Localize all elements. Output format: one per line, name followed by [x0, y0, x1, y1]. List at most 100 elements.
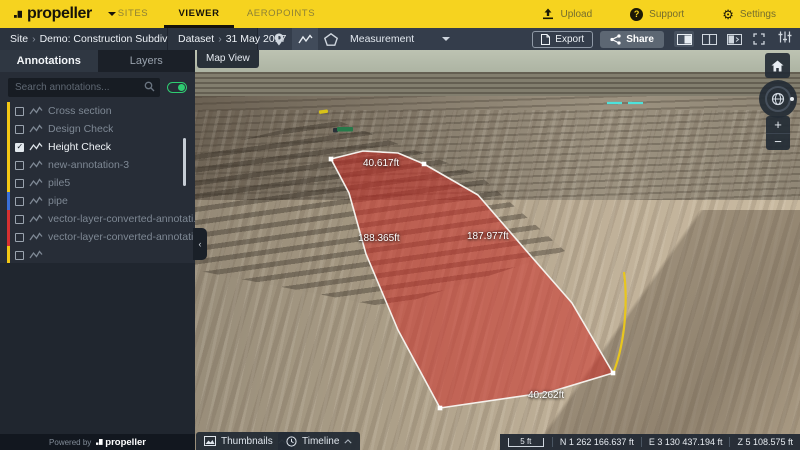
annotation-color-strip — [7, 210, 10, 228]
panel-right-icon — [677, 34, 692, 45]
annotation-list-item[interactable]: pipe — [0, 192, 195, 210]
annotation-checkbox[interactable] — [15, 215, 24, 224]
compass-ring — [765, 86, 791, 112]
annotation-checkbox[interactable] — [15, 161, 24, 170]
polyline-icon — [29, 214, 43, 224]
zoom-in-button[interactable]: + — [766, 116, 790, 133]
coordinate-easting: E 3 130 437.194 ft — [642, 437, 730, 447]
chevron-left-icon: ‹ — [199, 239, 202, 249]
measurement-polygon[interactable] — [331, 151, 613, 408]
annotation-list-item[interactable]: vector-layer-converted-annotati... — [0, 210, 195, 228]
globe-icon — [771, 92, 785, 106]
share-label: Share — [626, 34, 654, 45]
site-breadcrumb[interactable]: Site › Demo: Construction Subdivision — [0, 28, 168, 50]
breadcrumb-separator: › — [218, 33, 222, 45]
annotation-list-item[interactable]: Cross section — [0, 102, 195, 120]
polygon-vertex-handle[interactable] — [438, 406, 443, 411]
annotation-checkbox[interactable] — [15, 251, 24, 260]
powered-propeller-logo: propeller — [96, 437, 146, 448]
coordinates-bar: 5 ft N 1 262 166.637 ft E 3 130 437.194 … — [500, 434, 800, 450]
annotation-label: Height Check — [48, 141, 111, 153]
fullscreen-button[interactable] — [749, 31, 769, 47]
annotation-checkbox[interactable] — [15, 125, 24, 134]
polyline-tool-button[interactable] — [292, 28, 318, 50]
sliders-icon — [778, 31, 792, 43]
sidebar-panel: Annotations Layers Cross section — [0, 50, 195, 450]
measurement-dropdown[interactable]: Measurement — [344, 28, 460, 50]
top-actions: Upload ? Support ⚙ Settings — [542, 0, 776, 28]
support-button[interactable]: ? Support — [630, 8, 684, 21]
nav-tab-sites[interactable]: SITES — [102, 0, 164, 28]
annotation-label: pile5 — [48, 177, 70, 189]
annotation-list-item[interactable]: new-annotation-3 — [0, 156, 195, 174]
polyline-icon — [29, 106, 43, 116]
annotation-checkbox[interactable] — [15, 233, 24, 242]
help-icon: ? — [630, 8, 643, 21]
compass-navigation[interactable] — [759, 80, 797, 118]
nav-tab-viewer[interactable]: VIEWER — [164, 0, 234, 28]
search-box — [8, 77, 160, 97]
panel-collapse-button[interactable] — [724, 31, 744, 47]
annotation-checkbox[interactable] — [15, 197, 24, 206]
map-scale-indicator: 5 ft — [508, 438, 544, 447]
zoom-out-button[interactable]: − — [766, 133, 790, 151]
annotation-checkbox[interactable] — [15, 143, 24, 152]
sidebar-tabs: Annotations Layers — [0, 50, 195, 72]
annotation-color-strip — [7, 174, 10, 192]
polyline-icon — [29, 124, 43, 134]
annotation-list-item[interactable] — [0, 246, 195, 263]
image-icon — [204, 436, 216, 446]
home-view-button[interactable] — [765, 53, 790, 78]
toggle-knob — [178, 84, 185, 91]
search-input[interactable] — [8, 78, 160, 97]
dataset-breadcrumb[interactable]: Dataset › 31 May 2017 — [168, 28, 258, 50]
display-settings-button[interactable] — [778, 30, 792, 48]
measurement-label-bottom: 40.262ft — [528, 390, 564, 401]
sidebar-collapse-handle[interactable]: ‹ — [193, 228, 207, 260]
measurement-label-top: 40.617ft — [363, 158, 399, 169]
annotation-color-strip — [7, 192, 10, 210]
thumbnails-label: Thumbnails — [221, 436, 273, 447]
map-3d-viewport[interactable]: 40.617ft 188.365ft 187.977ft 40.262ft Ma… — [195, 50, 800, 450]
timeline-tab[interactable]: Timeline — [278, 432, 360, 450]
annotation-search-row — [0, 72, 195, 102]
view-layout-controls — [674, 28, 769, 50]
annotation-list-item[interactable]: Design Check — [0, 120, 195, 138]
tab-layers[interactable]: Layers — [98, 50, 196, 72]
clock-icon — [286, 436, 297, 447]
powered-by-bar: Powered by propeller — [0, 434, 195, 450]
annotation-checkbox[interactable] — [15, 107, 24, 116]
marker-tool-button[interactable] — [266, 28, 292, 50]
polygon-vertex-handle[interactable] — [611, 371, 616, 376]
list-scrollbar[interactable] — [183, 138, 186, 186]
measurement-label-right: 187.977ft — [467, 231, 509, 242]
single-view-button[interactable] — [674, 31, 694, 47]
upload-button[interactable]: Upload — [542, 8, 592, 20]
chevron-up-icon — [344, 439, 352, 444]
split-view-button[interactable] — [699, 31, 719, 47]
polygon-vertex-handle[interactable] — [329, 157, 334, 162]
tab-annotations[interactable]: Annotations — [0, 50, 98, 72]
map-view-button[interactable]: Map View — [197, 50, 259, 68]
sidebar-empty-area — [0, 263, 195, 434]
propeller-logo[interactable]: propeller — [14, 0, 116, 28]
annotation-checkbox[interactable] — [15, 179, 24, 188]
polygon-vertex-handle[interactable] — [422, 162, 427, 167]
location-pin-icon — [274, 33, 284, 46]
settings-button[interactable]: ⚙ Settings — [722, 8, 776, 21]
yellow-annotation-line[interactable] — [614, 272, 626, 371]
share-button[interactable]: Share — [600, 31, 664, 48]
annotation-list-item[interactable]: pile5 — [0, 174, 195, 192]
file-icon — [541, 34, 550, 45]
nav-tab-aeropoints[interactable]: AEROPOINTS — [238, 0, 324, 28]
annotation-list-item[interactable]: Height Check — [0, 138, 195, 156]
top-navigation-bar: propeller SITES VIEWER AEROPOINTS Upload… — [0, 0, 800, 28]
green-vehicle — [337, 127, 353, 132]
measurement-label-left: 188.365ft — [358, 233, 400, 244]
export-button[interactable]: Export — [532, 31, 593, 48]
upload-icon — [542, 8, 554, 20]
visibility-toggle[interactable] — [167, 82, 187, 93]
polygon-tool-button[interactable] — [318, 28, 344, 50]
annotation-list-item[interactable]: vector-layer-converted-annotati... — [0, 228, 195, 246]
support-label: Support — [649, 9, 684, 20]
